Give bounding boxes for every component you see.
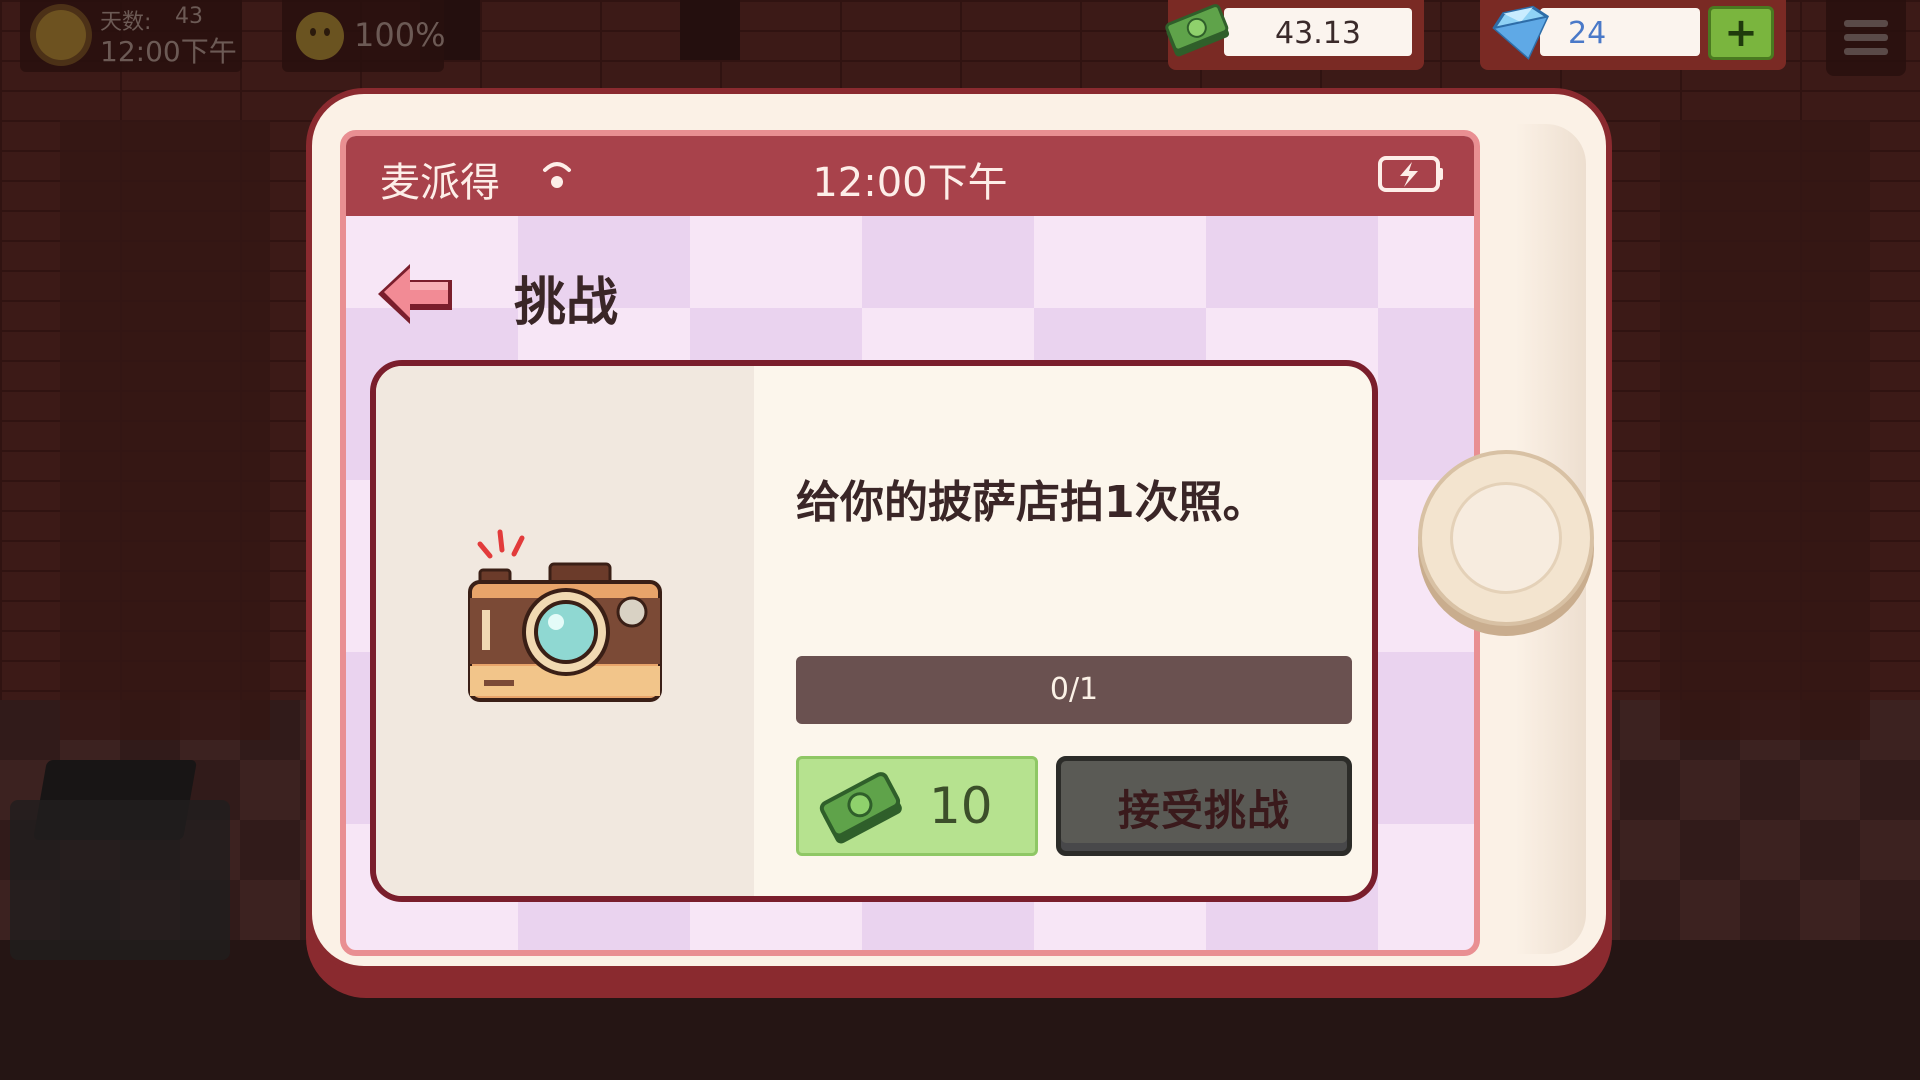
- sun-icon: [36, 10, 86, 60]
- gem-field: 24: [1540, 8, 1700, 56]
- reward-amount: 10: [929, 777, 993, 835]
- plus-label: +: [1724, 10, 1758, 56]
- accept-challenge-button[interactable]: 接受挑战: [1056, 756, 1352, 856]
- hamburger-icon: [1844, 20, 1888, 27]
- cash-icon: [819, 772, 902, 844]
- menu-button[interactable]: [1826, 0, 1906, 76]
- home-button-face: [1450, 482, 1562, 594]
- gem-panel: 24 +: [1480, 0, 1786, 70]
- accept-challenge-label: 接受挑战: [1117, 786, 1290, 835]
- status-bar: 麦派得 12:00下午: [346, 136, 1474, 216]
- page-title: 挑战: [514, 273, 619, 333]
- battery-icon: [1378, 156, 1443, 192]
- diamond-icon: [1492, 5, 1550, 60]
- tablet-frame: 麦派得 12:00下午 挑战 给你的披萨店拍1次照。 0/1 10 接受挑战: [306, 88, 1612, 972]
- tablet-screen: 麦派得 12:00下午 挑战 给你的披萨店拍1次照。 0/1 10 接受挑战: [340, 130, 1480, 956]
- money-value: 43.13: [1275, 16, 1361, 51]
- back-button[interactable]: [374, 258, 458, 330]
- progress-text: 0/1: [1049, 672, 1099, 707]
- status-time: 12:00下午: [812, 160, 1008, 206]
- challenge-description: 给你的披萨店拍1次照。: [796, 477, 1267, 528]
- day-value: 43: [175, 4, 203, 29]
- reward-badge: 10: [796, 756, 1038, 856]
- buy-gems-button[interactable]: +: [1708, 6, 1774, 60]
- hamburger-icon: [1844, 48, 1888, 55]
- challenge-icon-panel: [376, 366, 754, 896]
- challenge-progress-bar: 0/1: [796, 656, 1352, 724]
- mood-panel: 100%: [282, 0, 446, 72]
- money-panel: 43.13: [1165, 0, 1424, 70]
- hud-time: 12:00下午: [100, 35, 237, 68]
- camera-icon: [468, 529, 662, 702]
- home-button[interactable]: [1418, 450, 1594, 626]
- tablet-device: 麦派得 12:00下午 挑战 给你的披萨店拍1次照。 0/1 10 接受挑战: [306, 88, 1612, 998]
- mood-value: 100%: [354, 16, 446, 54]
- smile-icon: [296, 12, 344, 60]
- hamburger-icon: [1844, 34, 1888, 41]
- gem-value: 24: [1568, 16, 1607, 51]
- cash-icon: [1165, 4, 1230, 57]
- challenge-card: 给你的披萨店拍1次照。 0/1 10 接受挑战: [370, 360, 1378, 902]
- day-time-panel: 天数: 43 12:00下午: [20, 0, 242, 72]
- money-field: 43.13: [1224, 8, 1412, 56]
